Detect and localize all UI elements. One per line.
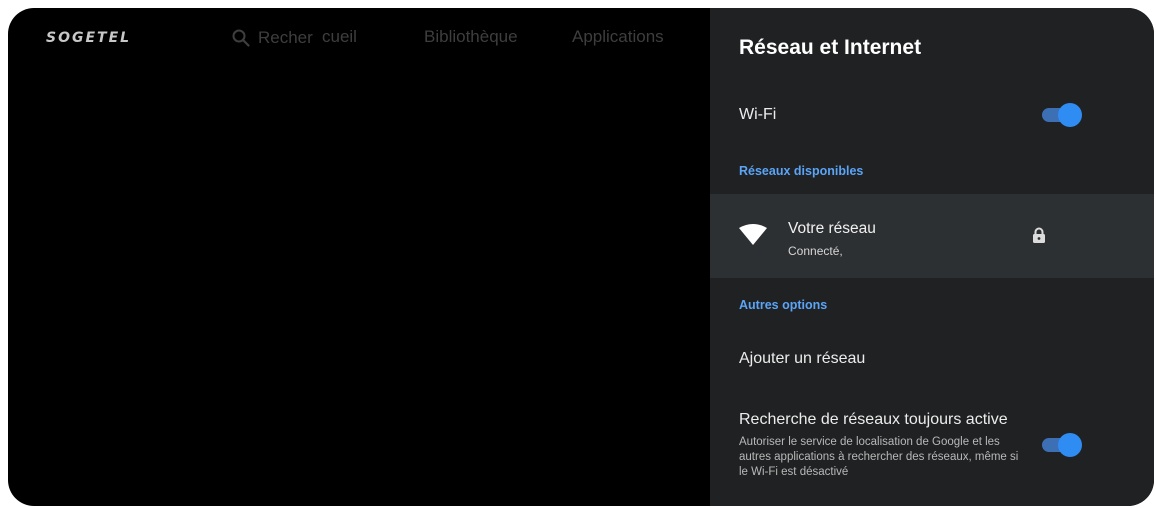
other-options-heading: Autres options: [739, 298, 828, 312]
panel-title: Réseau et Internet: [739, 36, 922, 59]
add-network-button[interactable]: Ajouter un réseau: [739, 350, 865, 368]
search-icon: [232, 29, 250, 47]
search-label: Recher: [258, 28, 313, 47]
settings-panel: Réseau et Internet Wi-Fi Réseaux disponi…: [710, 8, 1154, 506]
network-list-item[interactable]: Votre réseau Connecté,: [710, 194, 1154, 278]
wifi-signal-icon: [738, 224, 768, 251]
network-name: Votre réseau: [788, 220, 876, 237]
tab-applications[interactable]: Applications: [572, 27, 664, 47]
network-status: Connecté,: [788, 244, 843, 258]
search-tab[interactable]: Recher: [232, 28, 313, 48]
tab-accueil[interactable]: cueil: [322, 27, 357, 47]
wifi-toggle[interactable]: [1040, 103, 1082, 127]
tv-screen: SOGETEL Recher cueil Bibliothèque Applic…: [8, 8, 1154, 506]
top-navigation: SOGETEL Recher cueil Bibliothèque Applic…: [8, 8, 710, 70]
always-scan-label: Recherche de réseaux toujours active: [739, 411, 1008, 428]
brand-logo: SOGETEL: [46, 30, 132, 46]
always-scan-description: Autoriser le service de localisation de …: [739, 436, 1019, 478]
wifi-label: Wi-Fi: [739, 106, 777, 123]
always-scan-toggle[interactable]: [1040, 433, 1082, 457]
available-networks-heading: Réseaux disponibles: [739, 164, 864, 178]
tab-bibliotheque[interactable]: Bibliothèque: [424, 27, 518, 47]
lock-icon: [1032, 227, 1046, 249]
